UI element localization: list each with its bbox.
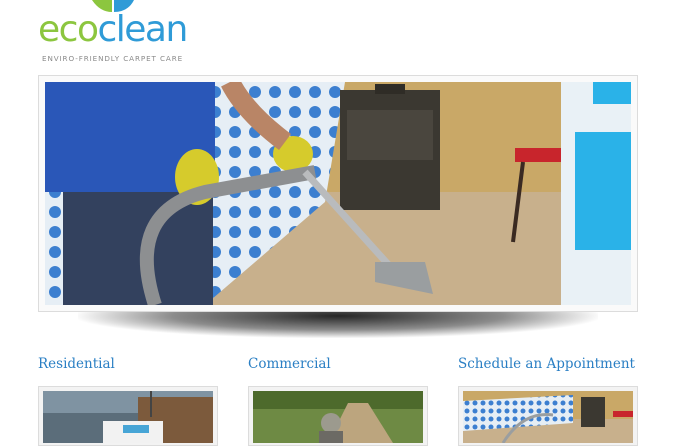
service-commercial: Commercial: [248, 356, 430, 446]
appointment-photo: [463, 391, 633, 443]
commercial-thumbnail[interactable]: [248, 386, 428, 446]
residential-thumbnail[interactable]: [38, 386, 218, 446]
logo-tagline: ENVIRO-FRIENDLY CARPET CARE: [42, 54, 184, 63]
commercial-link[interactable]: Commercial: [248, 356, 430, 372]
residential-link[interactable]: Residential: [38, 356, 220, 372]
hero-photo: [45, 82, 631, 305]
logo-wordmark: ecoclean: [38, 9, 188, 50]
appointment-thumbnail[interactable]: [458, 386, 638, 446]
site-logo[interactable]: ecoclean ENVIRO-FRIENDLY CARPET CARE: [38, 0, 198, 66]
residential-photo: [43, 391, 213, 443]
service-residential: Residential: [38, 356, 220, 446]
hero-banner: [38, 75, 638, 312]
logo-clean: clean: [97, 9, 188, 50]
commercial-photo: [253, 391, 423, 443]
logo-eco: eco: [38, 9, 99, 50]
schedule-appointment-link[interactable]: Schedule an Appointment: [458, 356, 640, 372]
hero-shadow: [78, 312, 598, 338]
service-appointment: Schedule an Appointment: [458, 356, 640, 446]
